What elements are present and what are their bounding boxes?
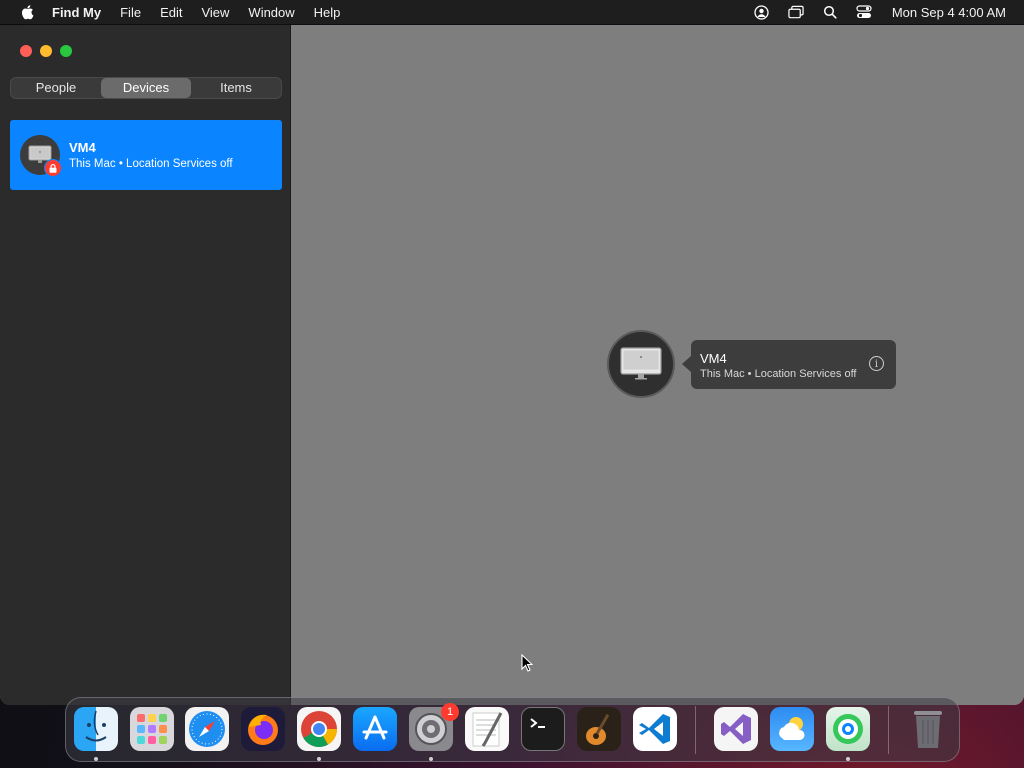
menu-bar: Find My File Edit View Window Help Mon S… [0, 0, 1024, 24]
launchpad-icon[interactable] [130, 707, 174, 751]
app-menu[interactable]: Find My [52, 5, 101, 20]
notification-badge: 1 [441, 703, 459, 721]
edit-menu[interactable]: Edit [160, 5, 182, 20]
zoom-window-button[interactable] [60, 45, 72, 57]
dock: 1 [65, 697, 960, 762]
sidebar-tabs: People Devices Items [10, 77, 282, 99]
app-store-icon[interactable] [353, 707, 397, 751]
running-indicator [846, 757, 850, 761]
running-indicator [94, 757, 98, 761]
menu-bar-clock[interactable]: Mon Sep 4 4:00 AM [892, 5, 1006, 20]
window-controls [20, 45, 72, 57]
tab-items[interactable]: Items [191, 78, 281, 98]
window-menu[interactable]: Window [248, 5, 294, 20]
weather-icon[interactable] [770, 707, 814, 751]
safari-icon[interactable] [185, 707, 229, 751]
device-map-pin[interactable] [607, 330, 675, 398]
help-menu[interactable]: Help [314, 5, 341, 20]
tab-people[interactable]: People [11, 78, 101, 98]
find-my-icon[interactable] [826, 707, 870, 751]
close-window-button[interactable] [20, 45, 32, 57]
device-name: VM4 [69, 140, 96, 155]
dock-divider [695, 706, 696, 754]
callout-device-name: VM4 [700, 351, 727, 366]
imac-icon [620, 347, 662, 380]
map-view[interactable]: VM4 This Mac • Location Services off i [291, 25, 1024, 705]
device-list-item[interactable]: VM4 This Mac • Location Services off [10, 120, 282, 190]
device-callout[interactable]: VM4 This Mac • Location Services off i [682, 340, 896, 389]
device-status: This Mac • Location Services off [69, 158, 233, 170]
running-indicator [429, 757, 433, 761]
user-account-icon[interactable] [754, 4, 770, 20]
finder-icon[interactable] [74, 707, 118, 751]
minimize-window-button[interactable] [40, 45, 52, 57]
firefox-icon[interactable] [241, 707, 285, 751]
tab-devices[interactable]: Devices [101, 78, 191, 98]
spotlight-search-icon[interactable] [822, 4, 838, 20]
vscode-icon[interactable] [633, 707, 677, 751]
terminal-icon[interactable] [521, 707, 565, 751]
screen-mirroring-icon[interactable] [788, 4, 804, 20]
view-menu[interactable]: View [201, 5, 229, 20]
status-area: Mon Sep 4 4:00 AM [754, 0, 1006, 24]
apple-menu-icon[interactable] [20, 4, 34, 20]
info-icon[interactable]: i [869, 356, 884, 371]
control-center-icon[interactable] [856, 4, 872, 20]
find-my-window: People Devices Items VM4 This Mac • Loca… [0, 25, 1024, 705]
dock-divider [888, 706, 889, 754]
lock-icon [44, 159, 62, 177]
trash-icon[interactable] [906, 707, 950, 751]
mouse-pointer-icon [521, 654, 533, 672]
running-indicator [317, 757, 321, 761]
sidebar: People Devices Items VM4 This Mac • Loca… [0, 25, 291, 705]
file-menu[interactable]: File [120, 5, 141, 20]
garageband-icon[interactable] [577, 707, 621, 751]
chrome-icon[interactable] [297, 707, 341, 751]
visual-studio-icon[interactable] [714, 707, 758, 751]
textedit-icon[interactable] [465, 707, 509, 751]
callout-device-status: This Mac • Location Services off [700, 368, 857, 380]
